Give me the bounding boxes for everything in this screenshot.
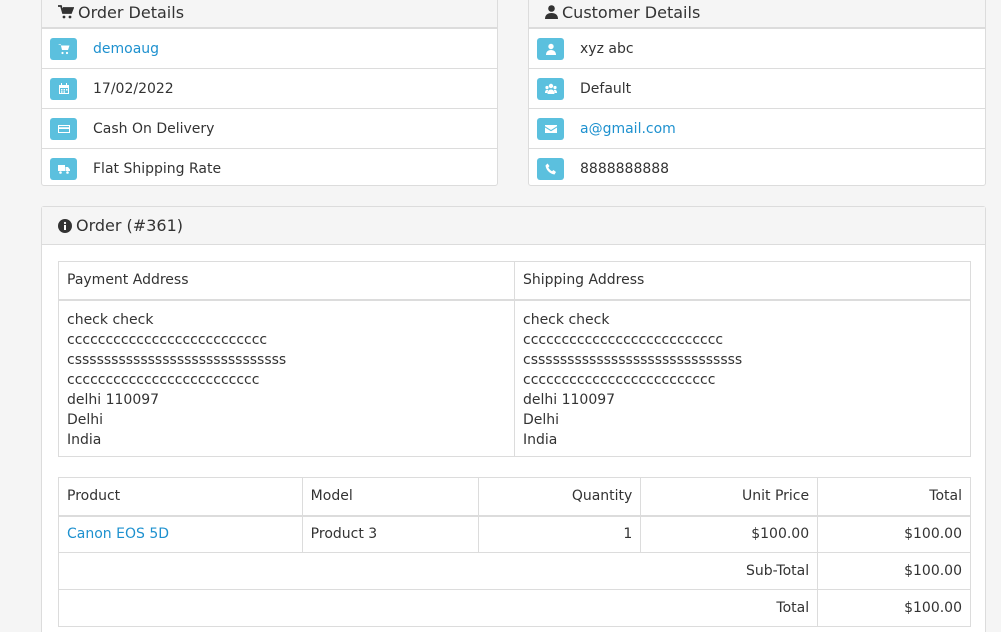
shipping-method-button[interactable] [50,157,77,180]
quantity-column-header: Quantity [478,477,642,517]
address-line: delhi 110097 [67,391,160,408]
unit-price-column-header: Unit Price [640,477,819,517]
payment-method-button[interactable] [50,117,77,140]
order-details-heading: Order Details [42,0,497,28]
customer-phone: 8888888888 [580,160,670,177]
total-label: Total [57,589,819,627]
order-details-panel: Order Details demoaug 17/02/2022 Cash On… [41,0,498,186]
payment-method: Cash On Delivery [93,120,215,137]
address-line: Delhi [67,411,104,428]
order-date: 17/02/2022 [93,80,174,97]
address-table: Payment Address Shipping Address check c… [58,261,971,457]
customer-button[interactable] [537,37,564,60]
customer-details-heading: Customer Details [529,0,985,28]
shipping-address-header: Shipping Address [514,261,971,301]
total-value: $100.00 [817,589,971,627]
store-link[interactable]: demoaug [93,41,159,57]
table-row: Canon EOS 5D Product 3 1 $100.00 $100.00 [58,515,971,553]
credit-card-icon [57,124,70,133]
product-total: $100.00 [817,515,971,553]
address-line: Delhi [523,411,560,428]
payment-method-row: Cash On Delivery [42,108,497,148]
product-model: Product 3 [301,515,480,553]
shopping-cart-icon [58,5,74,19]
total-row: Total $100.00 [57,589,971,627]
total-column-header: Total [817,477,971,517]
envelope-icon [544,124,557,133]
truck-icon [57,164,70,174]
product-unit-price: $100.00 [640,515,819,553]
group-icon [544,83,557,94]
customer-group: Default [580,80,632,97]
address-line: delhi 110097 [523,391,616,408]
address-line: India [523,431,558,448]
order-details-title: Order Details [78,2,185,22]
subtotal-label: Sub-Total [57,552,819,590]
user-icon [545,5,558,19]
info-circle-icon [58,218,72,233]
address-line: csssssssssssssssssssssssssssss [523,351,743,368]
address-line: check check [523,311,610,328]
model-column-header: Model [301,477,480,517]
address-line: India [67,431,102,448]
customer-email-row: a@gmail.com [529,108,985,148]
store-row: demoaug [42,28,497,68]
address-line: ccccccccccccccccccccccccc [523,371,716,388]
date-row: 17/02/2022 [42,68,497,108]
shopping-cart-icon [57,43,69,54]
order-panel: Order (#361) Payment Address Shipping Ad… [41,206,986,632]
address-line: check check [67,311,154,328]
payment-address-header: Payment Address [58,261,515,301]
product-table: Product Model Quantity Unit Price Total … [57,477,971,627]
phone-button[interactable] [537,157,564,180]
customer-phone-row: 8888888888 [529,148,985,188]
customer-details-title: Customer Details [562,2,701,22]
email-button[interactable] [537,117,564,140]
customer-name: xyz abc [580,40,634,57]
shipping-method: Flat Shipping Rate [93,160,222,177]
customer-email-link[interactable]: a@gmail.com [580,121,676,137]
shipping-method-row: Flat Shipping Rate [42,148,497,188]
date-button[interactable] [50,77,77,100]
customer-name-row: xyz abc [529,28,985,68]
store-button[interactable] [50,37,77,60]
customer-details-panel: Customer Details xyz abc Default a@gmail… [528,0,986,186]
shipping-address: check check cccccccccccccccccccccccccc c… [514,299,971,457]
address-line: cccccccccccccccccccccccccc [67,331,268,348]
address-line: cccccccccccccccccccccccccc [523,331,724,348]
order-title: Order (#361) [76,216,183,235]
phone-icon [545,163,556,174]
subtotal-value: $100.00 [817,552,971,590]
product-column-header: Product [58,477,303,517]
customer-group-row: Default [529,68,985,108]
order-heading: Order (#361) [42,207,985,245]
user-icon [545,43,556,55]
address-line: ccccccccccccccccccccccccc [67,371,260,388]
calendar-icon [58,82,69,94]
product-link[interactable]: Canon EOS 5D [67,526,169,542]
subtotal-row: Sub-Total $100.00 [57,552,971,590]
payment-address: check check cccccccccccccccccccccccccc c… [58,299,515,457]
address-line: csssssssssssssssssssssssssssss [67,351,287,368]
product-quantity: 1 [478,515,642,553]
customer-group-button[interactable] [537,77,564,100]
